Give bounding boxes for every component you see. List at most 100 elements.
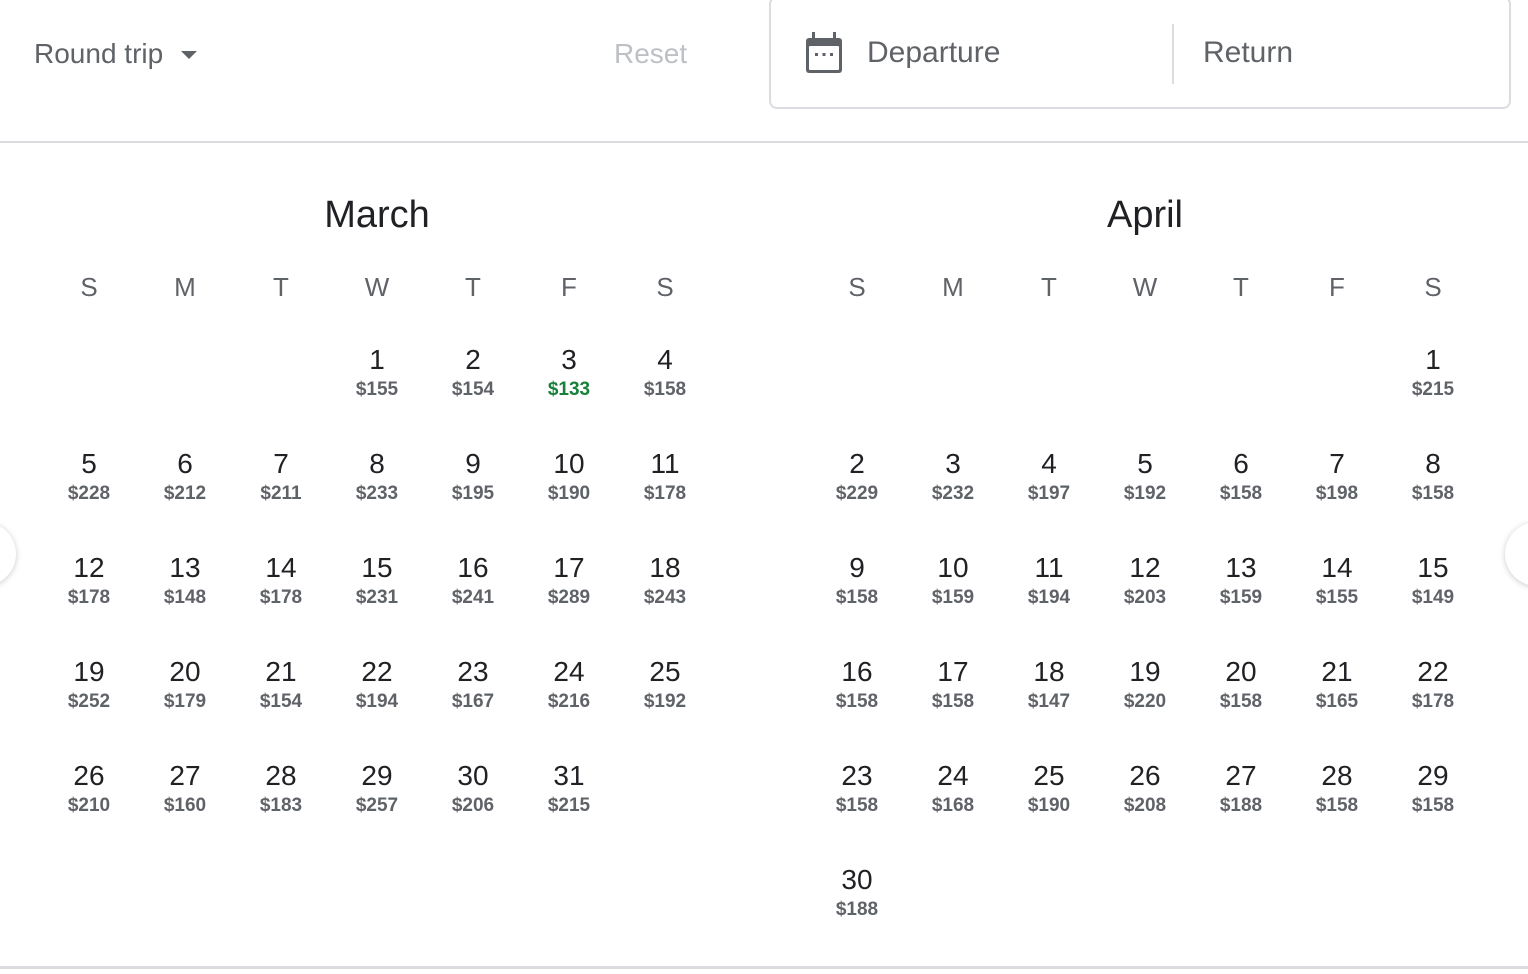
day-cell[interactable]: 9 $158: [809, 544, 905, 648]
day-cell[interactable]: 11 $178: [617, 440, 713, 544]
price-label: $190: [547, 483, 591, 504]
day-cell[interactable]: 25 $192: [617, 648, 713, 752]
day-cell[interactable]: 12 $203: [1097, 544, 1193, 648]
day-cell[interactable]: 23 $158: [809, 752, 905, 856]
price-label: $229: [835, 483, 879, 504]
day-number: 16: [841, 656, 873, 687]
day-cell[interactable]: 14 $155: [1289, 544, 1385, 648]
day-cell[interactable]: 1 $215: [1385, 336, 1481, 440]
day-cell[interactable]: 3 $232: [905, 440, 1001, 544]
day-cell[interactable]: 29 $158: [1385, 752, 1481, 856]
day-cell[interactable]: 15 $231: [329, 544, 425, 648]
empty-cell: [1289, 336, 1385, 440]
day-cell[interactable]: 18 $147: [1001, 648, 1097, 752]
day-number: 9: [849, 552, 865, 583]
day-cell[interactable]: 8 $158: [1385, 440, 1481, 544]
price-label: $216: [547, 691, 591, 712]
day-number: 8: [369, 448, 385, 479]
day-cell[interactable]: 7 $198: [1289, 440, 1385, 544]
day-cell[interactable]: 4 $158: [617, 336, 713, 440]
month-calendar-april: April S M T W T F S 1 $215 2 $229 3 $232 4 $197 5 $192 6…: [809, 150, 1481, 960]
day-cell[interactable]: 26 $210: [41, 752, 137, 856]
day-cell[interactable]: 3 $133: [521, 336, 617, 440]
price-label: $188: [1219, 795, 1263, 816]
day-cell[interactable]: 17 $158: [905, 648, 1001, 752]
day-cell[interactable]: 27 $188: [1193, 752, 1289, 856]
price-label: $178: [67, 587, 111, 608]
weekday-label: S: [656, 272, 674, 302]
departure-field[interactable]: Departure: [805, 0, 1171, 107]
day-cell[interactable]: 16 $241: [425, 544, 521, 648]
day-number: 2: [849, 448, 865, 479]
day-cell[interactable]: 16 $158: [809, 648, 905, 752]
day-cell[interactable]: 13 $159: [1193, 544, 1289, 648]
day-cell[interactable]: 26 $208: [1097, 752, 1193, 856]
price-label: $158: [931, 691, 975, 712]
day-cell[interactable]: 15 $149: [1385, 544, 1481, 648]
day-cell[interactable]: 17 $289: [521, 544, 617, 648]
day-cell[interactable]: 19 $252: [41, 648, 137, 752]
price-label: $208: [1123, 795, 1167, 816]
day-cell[interactable]: 21 $154: [233, 648, 329, 752]
day-cell[interactable]: 1 $155: [329, 336, 425, 440]
day-cell[interactable]: 28 $183: [233, 752, 329, 856]
day-cell[interactable]: 18 $243: [617, 544, 713, 648]
day-number: 21: [265, 656, 297, 687]
day-cell[interactable]: 4 $197: [1001, 440, 1097, 544]
day-cell[interactable]: 6 $212: [137, 440, 233, 544]
weekday-header: SMTWTFS: [41, 272, 713, 314]
departure-placeholder: Departure: [867, 35, 1001, 69]
day-cell[interactable]: 8 $233: [329, 440, 425, 544]
day-cell[interactable]: 21 $165: [1289, 648, 1385, 752]
day-cell[interactable]: 24 $216: [521, 648, 617, 752]
day-cell[interactable]: 28 $158: [1289, 752, 1385, 856]
day-cell[interactable]: 22 $194: [329, 648, 425, 752]
price-label: $168: [931, 795, 975, 816]
day-cell[interactable]: 27 $160: [137, 752, 233, 856]
day-cell[interactable]: 11 $194: [1001, 544, 1097, 648]
day-cell[interactable]: 22 $178: [1385, 648, 1481, 752]
day-cell[interactable]: 9 $195: [425, 440, 521, 544]
empty-cell: [1193, 336, 1289, 440]
reset-button[interactable]: Reset: [614, 36, 687, 72]
day-cell[interactable]: 19 $220: [1097, 648, 1193, 752]
price-label: $158: [835, 795, 879, 816]
day-number: 27: [169, 760, 201, 791]
day-cell[interactable]: 30 $188: [809, 856, 905, 960]
day-cell[interactable]: 2 $229: [809, 440, 905, 544]
day-cell[interactable]: 5 $192: [1097, 440, 1193, 544]
price-label: $178: [643, 483, 687, 504]
price-label: $178: [259, 587, 303, 608]
price-label: $289: [547, 587, 591, 608]
trip-type-dropdown[interactable]: Round trip: [34, 36, 198, 72]
day-cell[interactable]: 25 $190: [1001, 752, 1097, 856]
day-number: 10: [937, 552, 969, 583]
day-cell[interactable]: 10 $190: [521, 440, 617, 544]
day-cell[interactable]: 23 $167: [425, 648, 521, 752]
weekday-label: S: [848, 272, 866, 302]
day-cell[interactable]: 20 $158: [1193, 648, 1289, 752]
return-field[interactable]: Return: [1203, 0, 1503, 107]
price-label: $194: [1027, 587, 1071, 608]
day-cell[interactable]: 14 $178: [233, 544, 329, 648]
empty-cell: [1097, 336, 1193, 440]
weekday-label: T: [465, 272, 481, 302]
day-cell[interactable]: 13 $148: [137, 544, 233, 648]
day-cell[interactable]: 2 $154: [425, 336, 521, 440]
day-cell[interactable]: 12 $178: [41, 544, 137, 648]
day-number: 3: [945, 448, 961, 479]
day-cell[interactable]: 20 $179: [137, 648, 233, 752]
day-number: 30: [841, 864, 873, 895]
day-cell[interactable]: 10 $159: [905, 544, 1001, 648]
next-month-button[interactable]: [1505, 522, 1528, 586]
day-cell[interactable]: 7 $211: [233, 440, 329, 544]
day-cell[interactable]: 31 $215: [521, 752, 617, 856]
day-cell[interactable]: 29 $257: [329, 752, 425, 856]
day-cell[interactable]: 30 $206: [425, 752, 521, 856]
day-cell[interactable]: 5 $228: [41, 440, 137, 544]
day-grid: 1 $215 2 $229 3 $232 4 $197 5 $192 6 $158 7 $198 8 $158…: [809, 336, 1481, 960]
price-label: $210: [67, 795, 111, 816]
day-cell[interactable]: 6 $158: [1193, 440, 1289, 544]
day-cell[interactable]: 24 $168: [905, 752, 1001, 856]
previous-month-button[interactable]: [0, 522, 16, 586]
